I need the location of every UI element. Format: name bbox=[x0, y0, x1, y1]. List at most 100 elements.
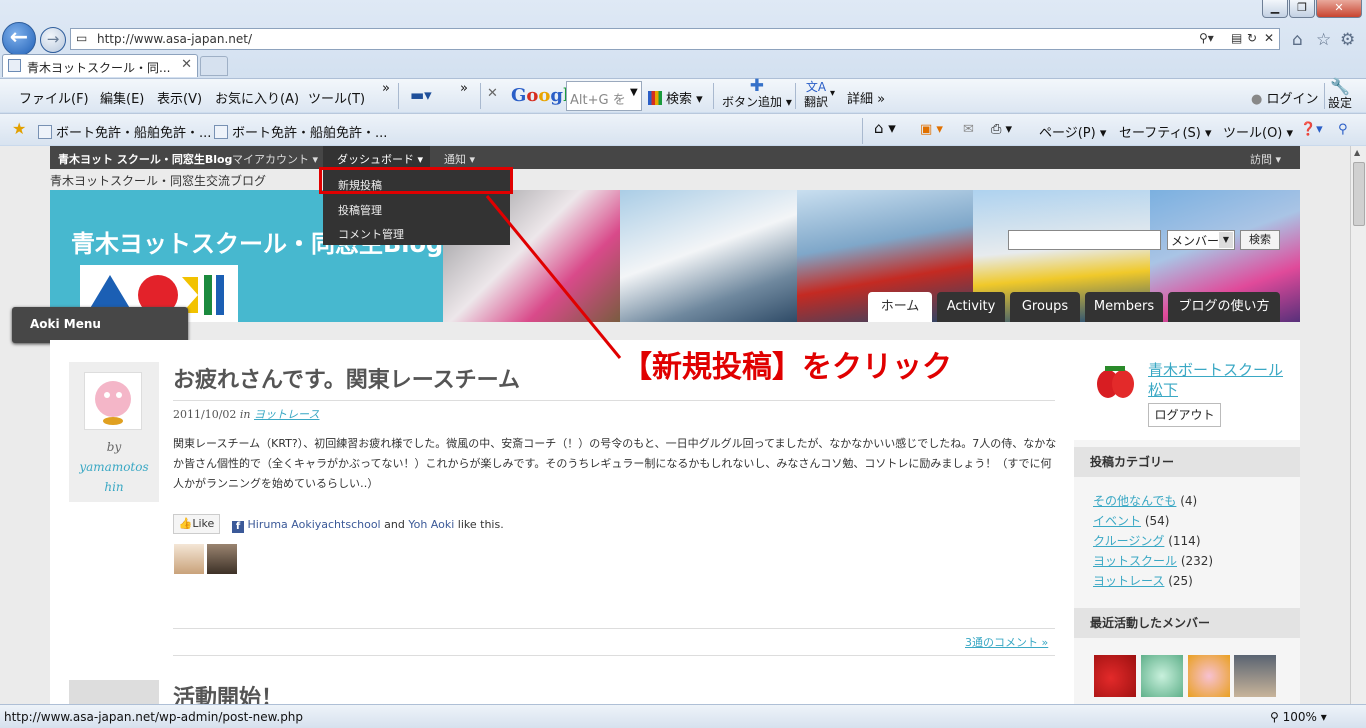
menu-page[interactable]: ページ(P) ▾ bbox=[1039, 122, 1106, 141]
category-link[interactable]: イベント bbox=[1093, 514, 1141, 528]
tab-close-icon[interactable]: ✕ bbox=[181, 57, 192, 72]
favorites-star-icon[interactable]: ★ bbox=[12, 119, 26, 138]
mail-icon[interactable]: ✉ bbox=[963, 122, 974, 137]
print-icon[interactable]: ⎙ ▾ bbox=[991, 122, 1012, 137]
nav-groups[interactable]: Groups bbox=[1010, 292, 1080, 322]
tab-active[interactable]: 青木ヨットスクール・同... ✕ bbox=[2, 54, 198, 77]
page-icon: ▭ bbox=[76, 31, 88, 45]
post-category-link[interactable]: ヨットレース bbox=[254, 408, 319, 421]
translate-button[interactable]: 文A 翻訳 bbox=[804, 80, 828, 110]
login-button[interactable]: ● ログイン bbox=[1251, 88, 1319, 107]
liker-link[interactable]: Hiruma Aokiyachtschool bbox=[248, 518, 381, 531]
dropdown-manage-posts[interactable]: 投稿管理 bbox=[338, 202, 382, 218]
like-button[interactable]: 👍Like bbox=[173, 514, 220, 534]
favorite-link-1[interactable]: ボート免許・船舶免許・... bbox=[38, 122, 211, 141]
address-bar[interactable]: ▭ http://www.asa-japan.net/ ⚲▾ ▤ ↻ ✕ bbox=[70, 28, 1280, 50]
aoki-menu[interactable]: Aoki Menu bbox=[12, 307, 188, 343]
category-item: その他なんでも (4) bbox=[1093, 494, 1198, 508]
logout-button[interactable]: ログアウト bbox=[1148, 403, 1221, 427]
comments-link[interactable]: 3通のコメント » bbox=[965, 634, 1048, 650]
post-title[interactable]: お疲れさんです。関東レースチーム bbox=[173, 362, 520, 394]
avatar[interactable] bbox=[84, 372, 142, 430]
google-color-icon bbox=[648, 91, 662, 105]
menu-edit[interactable]: 編集(E) bbox=[100, 88, 144, 107]
nav-blog-howto[interactable]: ブログの使い方 bbox=[1168, 292, 1280, 322]
rss-icon[interactable]: ▣ ▾ bbox=[920, 122, 943, 137]
menu-safety[interactable]: セーフティ(S) ▾ bbox=[1119, 122, 1212, 141]
category-link[interactable]: クルージング bbox=[1093, 534, 1164, 548]
member-avatar[interactable] bbox=[1094, 655, 1136, 697]
post-author[interactable]: yamamotos hin bbox=[79, 460, 148, 494]
favorites-star-icon[interactable]: ☆ bbox=[1316, 30, 1331, 50]
home-icon[interactable]: ⌂ bbox=[1292, 30, 1303, 50]
close-window-button[interactable]: ✕ bbox=[1316, 0, 1362, 18]
forward-button[interactable]: → bbox=[40, 27, 66, 53]
maximize-button[interactable]: ❐ bbox=[1289, 0, 1315, 18]
details-button[interactable]: 詳細 » bbox=[847, 88, 885, 107]
member-avatar[interactable] bbox=[1188, 655, 1230, 697]
menu-favorites[interactable]: お気に入り(A) bbox=[215, 88, 299, 107]
sidebar-user-name[interactable]: 青木ボートスクール松下 bbox=[1148, 360, 1288, 400]
admin-dashboard-menu[interactable]: ダッシュボード ▾ bbox=[323, 146, 430, 169]
admin-dashboard-label: ダッシュボード ▾ bbox=[337, 153, 424, 166]
tools-gear-icon[interactable]: ⚙ bbox=[1340, 30, 1355, 50]
liker-avatar[interactable] bbox=[207, 544, 237, 574]
member-avatar[interactable] bbox=[1234, 655, 1276, 697]
stop-icon[interactable]: ✕ bbox=[1264, 31, 1274, 45]
nav-activity[interactable]: Activity bbox=[937, 292, 1005, 322]
chevron-down-icon[interactable]: ▾ bbox=[830, 88, 835, 99]
menu-file[interactable]: ファイル(F) bbox=[19, 88, 89, 107]
search-icon[interactable]: ⚲▾ bbox=[1199, 31, 1214, 45]
toolbar-device-icon[interactable]: ▬▾ bbox=[410, 86, 432, 104]
tab-title: 青木ヨットスクール・同... bbox=[27, 61, 171, 75]
avatar[interactable] bbox=[1093, 360, 1137, 404]
post-body: 関東レースチーム（KRT?）、初回練習お疲れ様でした。微風の中、安斎コーチ（！）… bbox=[173, 437, 1057, 490]
favorite-link-2[interactable]: ボート免許・船舶免許・... bbox=[214, 122, 387, 141]
settings-button[interactable]: 🔧 設定 bbox=[1328, 79, 1352, 111]
next-post-title[interactable]: 活動開始！ bbox=[173, 680, 283, 704]
liker-avatar[interactable] bbox=[174, 544, 204, 574]
category-heading: 投稿カテゴリー bbox=[1074, 447, 1300, 477]
back-button[interactable]: ← bbox=[2, 22, 36, 56]
scroll-thumb[interactable] bbox=[1353, 162, 1365, 226]
more-chevron-icon[interactable]: » bbox=[382, 81, 390, 96]
research-icon[interactable]: ⚲ bbox=[1338, 122, 1348, 137]
member-select[interactable]: メンバー ▼ bbox=[1167, 230, 1235, 250]
scroll-up-icon[interactable]: ▲ bbox=[1354, 148, 1360, 157]
menu-tools-2[interactable]: ツール(O) ▾ bbox=[1223, 122, 1293, 141]
dropdown-manage-comments[interactable]: コメント管理 bbox=[338, 226, 404, 242]
site-search-button[interactable]: 検索 bbox=[1240, 230, 1280, 250]
category-link[interactable]: ヨットレース bbox=[1093, 574, 1164, 588]
close-toolbar-icon[interactable]: ✕ bbox=[487, 86, 498, 101]
nav-members[interactable]: Members bbox=[1085, 292, 1163, 322]
more-chevron-icon[interactable]: » bbox=[460, 81, 468, 96]
site-search-input[interactable] bbox=[1008, 230, 1161, 250]
post-by: by yamamotos hin bbox=[79, 440, 149, 494]
help-icon[interactable]: ❓▾ bbox=[1300, 122, 1323, 137]
annotation-text: 【新規投稿】をクリック bbox=[622, 350, 952, 385]
category-link[interactable]: ヨットスクール bbox=[1093, 554, 1177, 568]
menu-tools[interactable]: ツール(T) bbox=[308, 88, 365, 107]
new-tab-button[interactable] bbox=[200, 56, 228, 76]
add-button[interactable]: ✚ ボタン追加 ▾ bbox=[722, 78, 792, 110]
refresh-icon[interactable]: ↻ bbox=[1247, 31, 1257, 45]
nav-home[interactable]: ホーム bbox=[868, 292, 932, 322]
member-avatar[interactable] bbox=[1141, 655, 1183, 697]
minimize-button[interactable]: ▁ bbox=[1262, 0, 1288, 18]
admin-visit[interactable]: 訪問 ▾ bbox=[1250, 151, 1281, 167]
google-search-button[interactable]: 検索 ▾ bbox=[648, 88, 703, 107]
admin-site-name[interactable]: 青木ヨット スクール・同窓生Blog bbox=[58, 151, 232, 167]
admin-notify[interactable]: 通知 ▾ bbox=[444, 151, 475, 167]
home-icon[interactable]: ⌂ ▾ bbox=[874, 119, 896, 137]
category-item: クルージング (114) bbox=[1093, 534, 1201, 548]
zoom-icon: ⚲ bbox=[1270, 710, 1279, 724]
menu-view[interactable]: 表示(V) bbox=[157, 88, 202, 107]
zoom-control[interactable]: ⚲ 100% ▾ bbox=[1270, 710, 1327, 724]
vertical-scrollbar[interactable]: ▲ bbox=[1350, 146, 1366, 704]
compat-icon[interactable]: ▤ bbox=[1231, 31, 1242, 45]
liker-link[interactable]: Yoh Aoki bbox=[408, 518, 454, 531]
category-link[interactable]: その他なんでも bbox=[1093, 494, 1176, 508]
admin-my-account[interactable]: マイアカウント ▾ bbox=[232, 151, 318, 167]
chevron-down-icon[interactable]: ▼ bbox=[630, 87, 638, 98]
divider bbox=[713, 83, 714, 109]
